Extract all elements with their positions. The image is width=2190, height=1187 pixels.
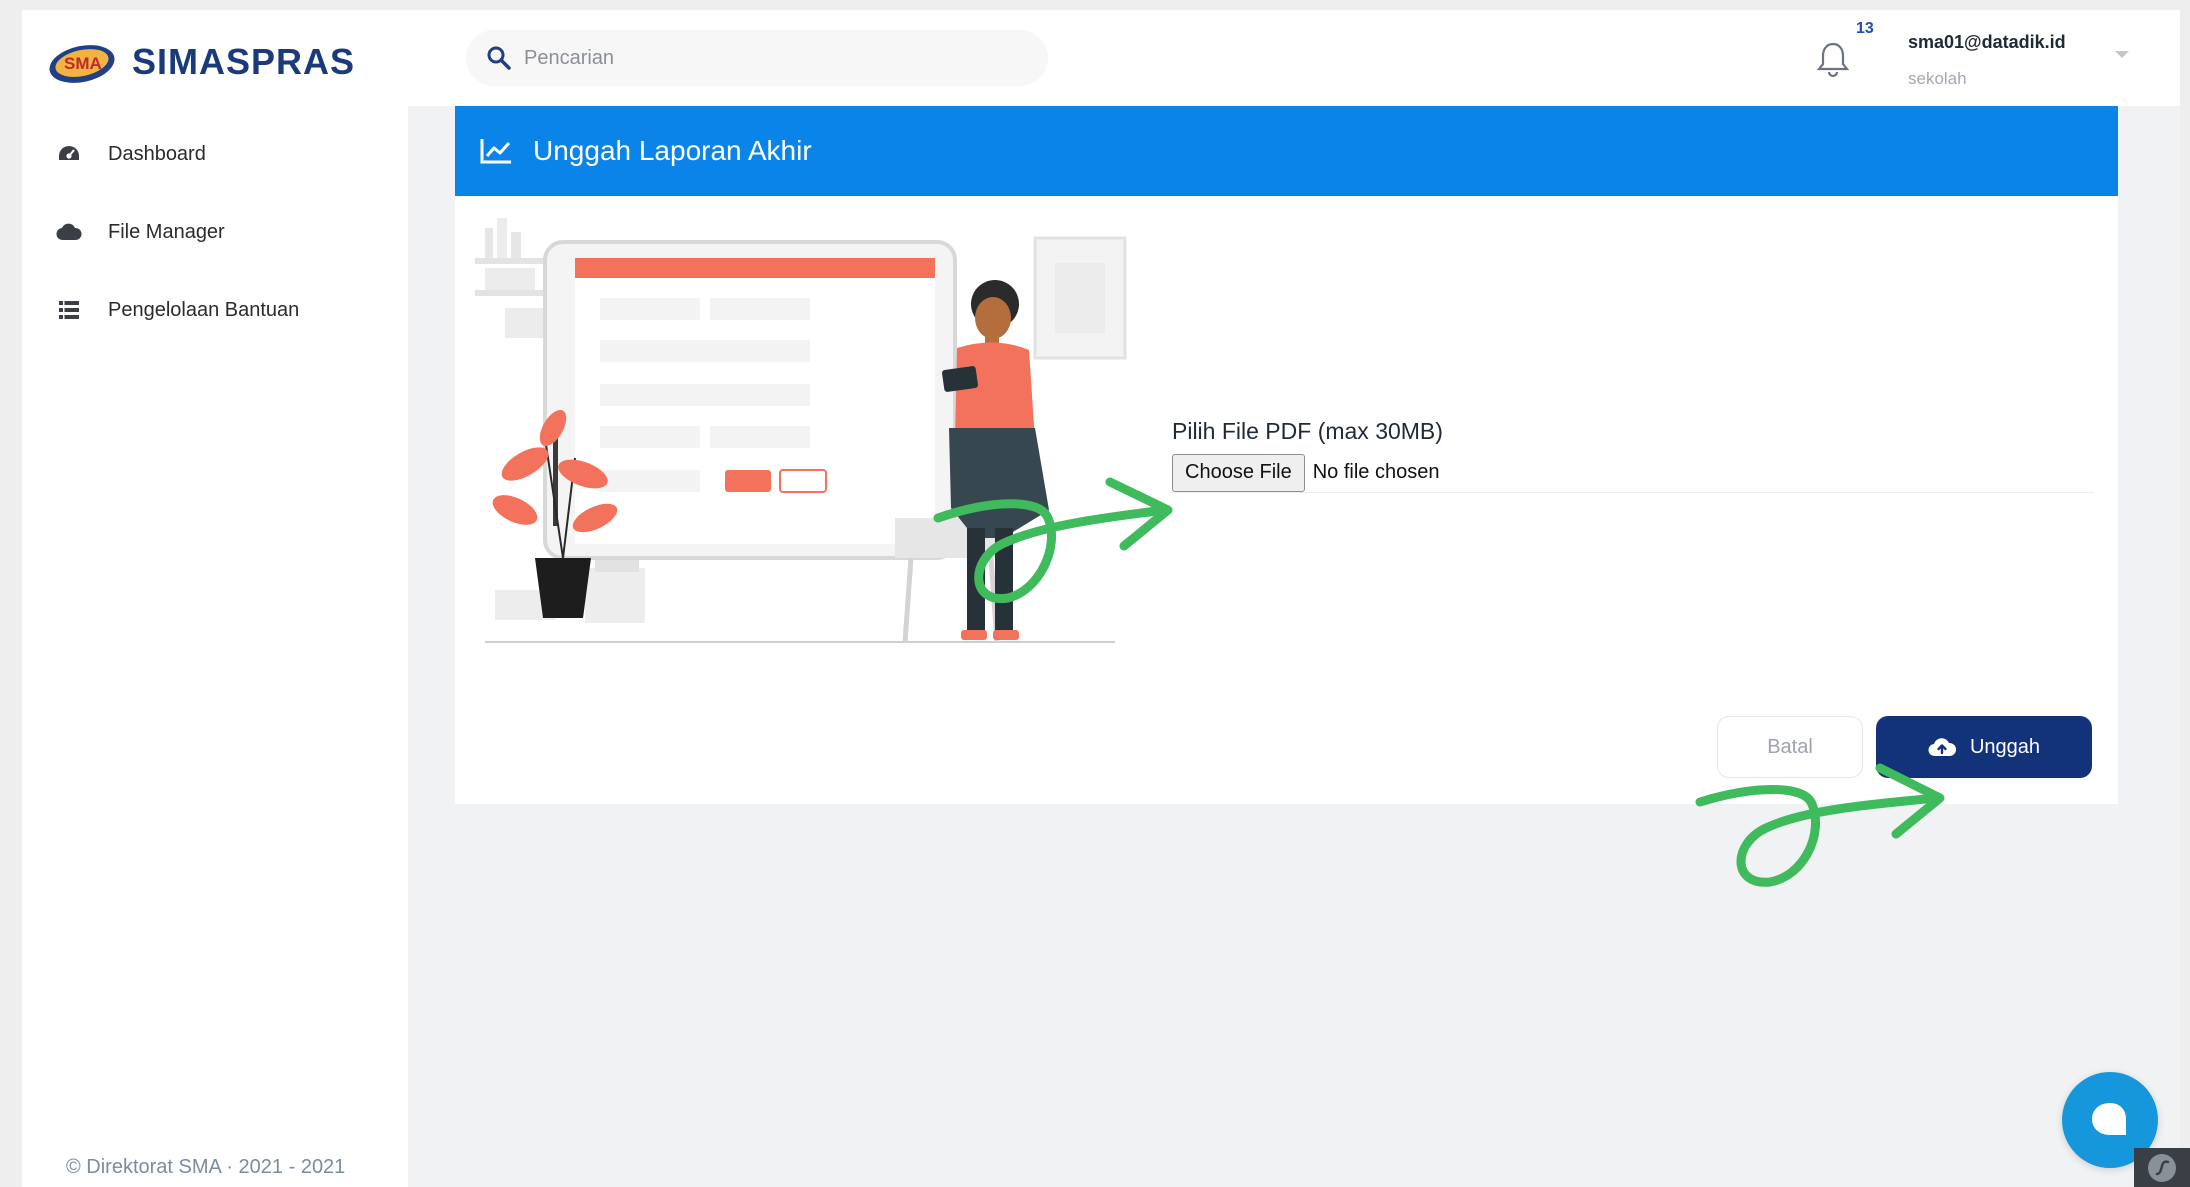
user-role: sekolah <box>1908 69 1967 88</box>
sidebar-item-pengelolaan-bantuan[interactable]: Pengelolaan Bantuan <box>22 271 408 349</box>
card-title: Unggah Laporan Akhir <box>533 135 812 166</box>
file-input[interactable]: Choose File No file chosen <box>1172 453 2094 493</box>
search-icon <box>487 46 511 70</box>
chart-line-icon <box>480 139 511 164</box>
corner-badge <box>2134 1148 2190 1187</box>
list-icon <box>56 297 82 323</box>
sidebar-item-label: Pengelolaan Bantuan <box>108 298 300 321</box>
choose-file-button[interactable]: Choose File <box>1172 453 1305 492</box>
dashboard-icon <box>56 141 82 167</box>
upload-button[interactable]: Unggah <box>1876 716 2092 778</box>
search-bar[interactable] <box>466 30 1048 86</box>
symfony-icon <box>2148 1153 2176 1182</box>
window-frame-top <box>0 0 2190 10</box>
card-header: Unggah Laporan Akhir <box>455 106 2118 196</box>
sidebar-item-dashboard[interactable]: Dashboard <box>22 115 408 193</box>
cancel-button[interactable]: Batal <box>1717 716 1863 778</box>
search-input[interactable] <box>524 46 1024 70</box>
upload-card: Unggah Laporan Akhir Pilih File PDF (max… <box>455 106 2118 804</box>
top-header: 13 sma01@datadik.id sekolah <box>408 10 2180 106</box>
sidebar-footer: © Direktorat SMA · 2021 - 2021 <box>66 1156 346 1178</box>
app-name: SIMASPRAS <box>132 41 356 82</box>
chevron-down-icon[interactable] <box>2114 50 2130 60</box>
window-frame-left <box>0 0 22 1187</box>
sidebar-nav: Dashboard File Manager Pengelolaan Bantu… <box>22 115 408 349</box>
notification-badge: 13 <box>1856 20 1874 37</box>
upload-button-label: Unggah <box>1969 735 2041 758</box>
sidebar-item-label: File Manager <box>108 220 225 243</box>
app-logo[interactable]: SMA SIMASPRAS <box>46 36 355 88</box>
user-email: sma01@datadik.id <box>1908 32 2066 52</box>
sidebar: SMA SIMASPRAS Dashboard File Manager Pen… <box>22 10 408 1187</box>
cloud-icon <box>56 219 82 245</box>
svg-text:SMA: SMA <box>64 54 102 73</box>
form-illustration <box>475 218 1127 643</box>
bell-icon[interactable] <box>1816 40 1850 78</box>
sidebar-item-label: Dashboard <box>108 142 206 165</box>
file-input-label: Pilih File PDF (max 30MB) <box>1172 418 1443 444</box>
user-menu[interactable]: sma01@datadik.id sekolah <box>1908 32 2066 89</box>
cloud-upload-icon <box>1928 738 1956 757</box>
sma-logo-icon: SMA <box>49 45 115 83</box>
sidebar-item-file-manager[interactable]: File Manager <box>22 193 408 271</box>
chat-bubble-icon <box>2092 1103 2126 1135</box>
window-frame-right <box>2180 0 2190 1187</box>
file-status-text: No file chosen <box>1312 461 1440 483</box>
